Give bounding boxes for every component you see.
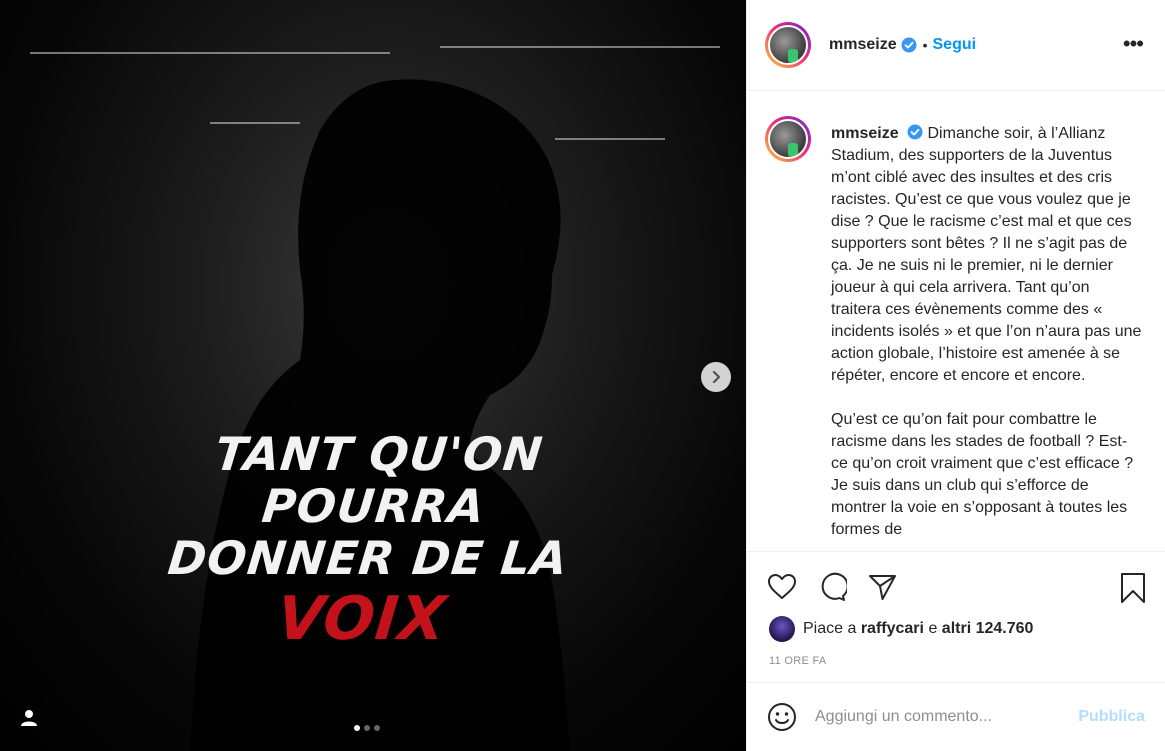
- bookmark-icon: [1121, 573, 1145, 603]
- post-header: mmseize • Segui •••: [747, 0, 1165, 91]
- poster-line2: DONNER DE LA: [165, 531, 571, 585]
- heart-icon: [768, 574, 796, 599]
- action-icons: [767, 572, 1147, 603]
- avatar[interactable]: [765, 22, 811, 68]
- save-button[interactable]: [1119, 572, 1147, 609]
- post-sidebar: mmseize • Segui ••• mmseize Dimanche soi…: [746, 0, 1165, 751]
- caption-paragraph-2: Qu’est ce qu’on fait pour combattre le r…: [831, 411, 1134, 538]
- carousel-dot: [354, 725, 360, 731]
- poster-text: TANT QU'ON POURRA DONNER DE LA VOIX: [138, 427, 602, 654]
- verified-badge-icon: [901, 37, 917, 53]
- publish-button[interactable]: Pubblica: [1078, 708, 1145, 726]
- user-icon: [21, 710, 37, 726]
- caption-paragraph-1: Dimanche soir, à l’Allianz Stadium, des …: [831, 125, 1142, 384]
- post-image[interactable]: TANT QU'ON POURRA DONNER DE LA VOIX: [0, 0, 746, 751]
- header-username[interactable]: mmseize: [829, 36, 897, 54]
- comment-button[interactable]: [817, 572, 849, 607]
- comment-input[interactable]: [815, 708, 1055, 726]
- poster-line3: VOIX: [273, 584, 450, 654]
- next-slide-button[interactable]: [701, 362, 731, 392]
- more-options-button[interactable]: •••: [1123, 33, 1144, 55]
- share-button[interactable]: [867, 572, 897, 607]
- paper-plane-icon: [869, 575, 896, 600]
- follow-button[interactable]: Segui: [933, 36, 977, 54]
- carousel-dot: [364, 725, 370, 731]
- avatar-image: [768, 119, 808, 159]
- follow-separator: •: [922, 37, 928, 53]
- post-timestamp[interactable]: 11 ORE FA: [769, 655, 827, 667]
- verified-badge-icon: [907, 124, 923, 140]
- liker-username[interactable]: raffycari: [861, 620, 924, 638]
- comment-composer: Pubblica: [747, 682, 1165, 751]
- carousel-dot: [374, 725, 380, 731]
- likes-connector: e: [928, 620, 938, 637]
- caption-avatar[interactable]: [765, 116, 811, 162]
- caption-area[interactable]: mmseize Dimanche soir, à l’Allianz Stadi…: [747, 92, 1165, 551]
- caption-username[interactable]: mmseize: [831, 125, 899, 142]
- liker-avatar[interactable]: [769, 616, 795, 642]
- chevron-right-icon: [712, 370, 721, 384]
- tagged-users-button[interactable]: [18, 707, 40, 729]
- likes-prefix: Piace a: [803, 620, 857, 637]
- emoji-icon[interactable]: [767, 702, 797, 732]
- caption: mmseize Dimanche soir, à l’Allianz Stadi…: [831, 123, 1143, 551]
- post-actions: Piace a raffycari e altri 124.760 11 ORE…: [747, 551, 1165, 681]
- likes-summary: Piace a raffycari e altri 124.760: [769, 616, 1033, 642]
- poster-line1: TANT QU'ON POURRA: [212, 427, 546, 533]
- carousel-indicator: [354, 725, 380, 731]
- like-button[interactable]: [767, 572, 797, 607]
- likes-count[interactable]: altri 124.760: [942, 620, 1034, 638]
- avatar-image: [768, 25, 808, 65]
- comment-icon: [821, 572, 849, 601]
